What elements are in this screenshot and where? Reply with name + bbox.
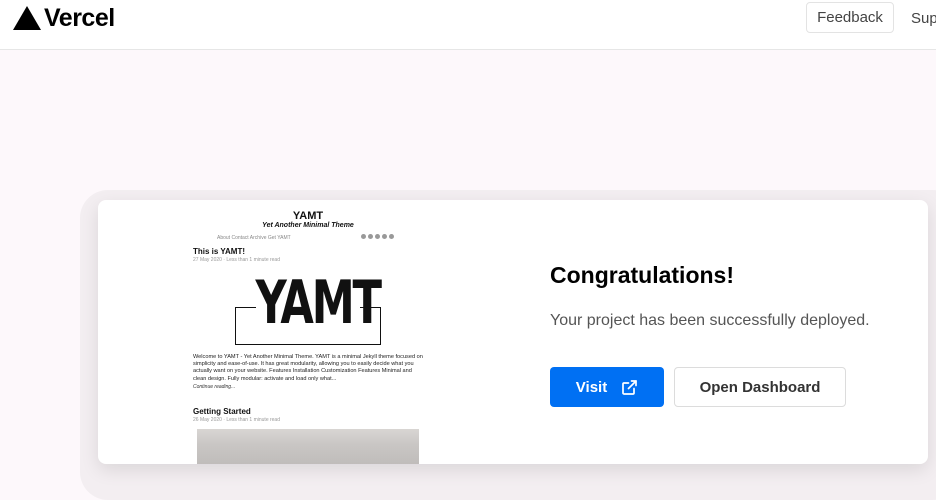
linkedin-icon (375, 234, 380, 239)
preview-continue-link: Continue reading... (193, 384, 236, 390)
deployment-success-card: YAMT Yet Another Minimal Theme About Con… (98, 200, 928, 464)
brand-name: Vercel (44, 4, 115, 32)
preview-post-meta-2: 26 May 2020 · Less than 1 minute read (193, 417, 280, 423)
preview-post-meta: 27 May 2020 · Less than 1 minute read (193, 257, 280, 263)
twitter-icon (368, 234, 373, 239)
preview-post-title: This is YAMT! (193, 247, 246, 256)
top-bar: Vercel Feedback Sup (0, 0, 936, 50)
rss-icon (389, 234, 394, 239)
yamt-logo-text: YAMT (255, 268, 382, 338)
vercel-logo[interactable]: Vercel (12, 5, 115, 31)
preview-nav: About Contact Archive Get YAMT (217, 235, 291, 241)
preview-site-subtitle: Yet Another Minimal Theme (262, 222, 354, 229)
deploy-success-message: Your project has been successfully deplo… (550, 312, 870, 329)
deployment-preview[interactable]: YAMT Yet Another Minimal Theme About Con… (98, 200, 518, 464)
external-link-icon (622, 379, 638, 395)
preview-post-excerpt: Welcome to YAMT - Yet Another Minimal Th… (193, 354, 423, 382)
preview-yamt-logo: YAMT (235, 268, 382, 345)
open-dashboard-button[interactable]: Open Dashboard (674, 367, 846, 407)
visit-button[interactable]: Visit (550, 367, 664, 407)
email-icon (382, 234, 387, 239)
preview-post-image (197, 429, 419, 464)
visit-button-label: Visit (575, 378, 608, 396)
feedback-button[interactable]: Feedback (806, 2, 894, 33)
congratulations-heading: Congratulations! (550, 262, 734, 288)
vercel-triangle-icon (13, 6, 41, 30)
preview-site-title: YAMT (292, 210, 324, 222)
support-link[interactable]: Sup (911, 10, 936, 27)
preview-post-title-2: Getting Started (193, 407, 251, 416)
preview-social-icons (361, 234, 394, 239)
github-icon (361, 234, 366, 239)
